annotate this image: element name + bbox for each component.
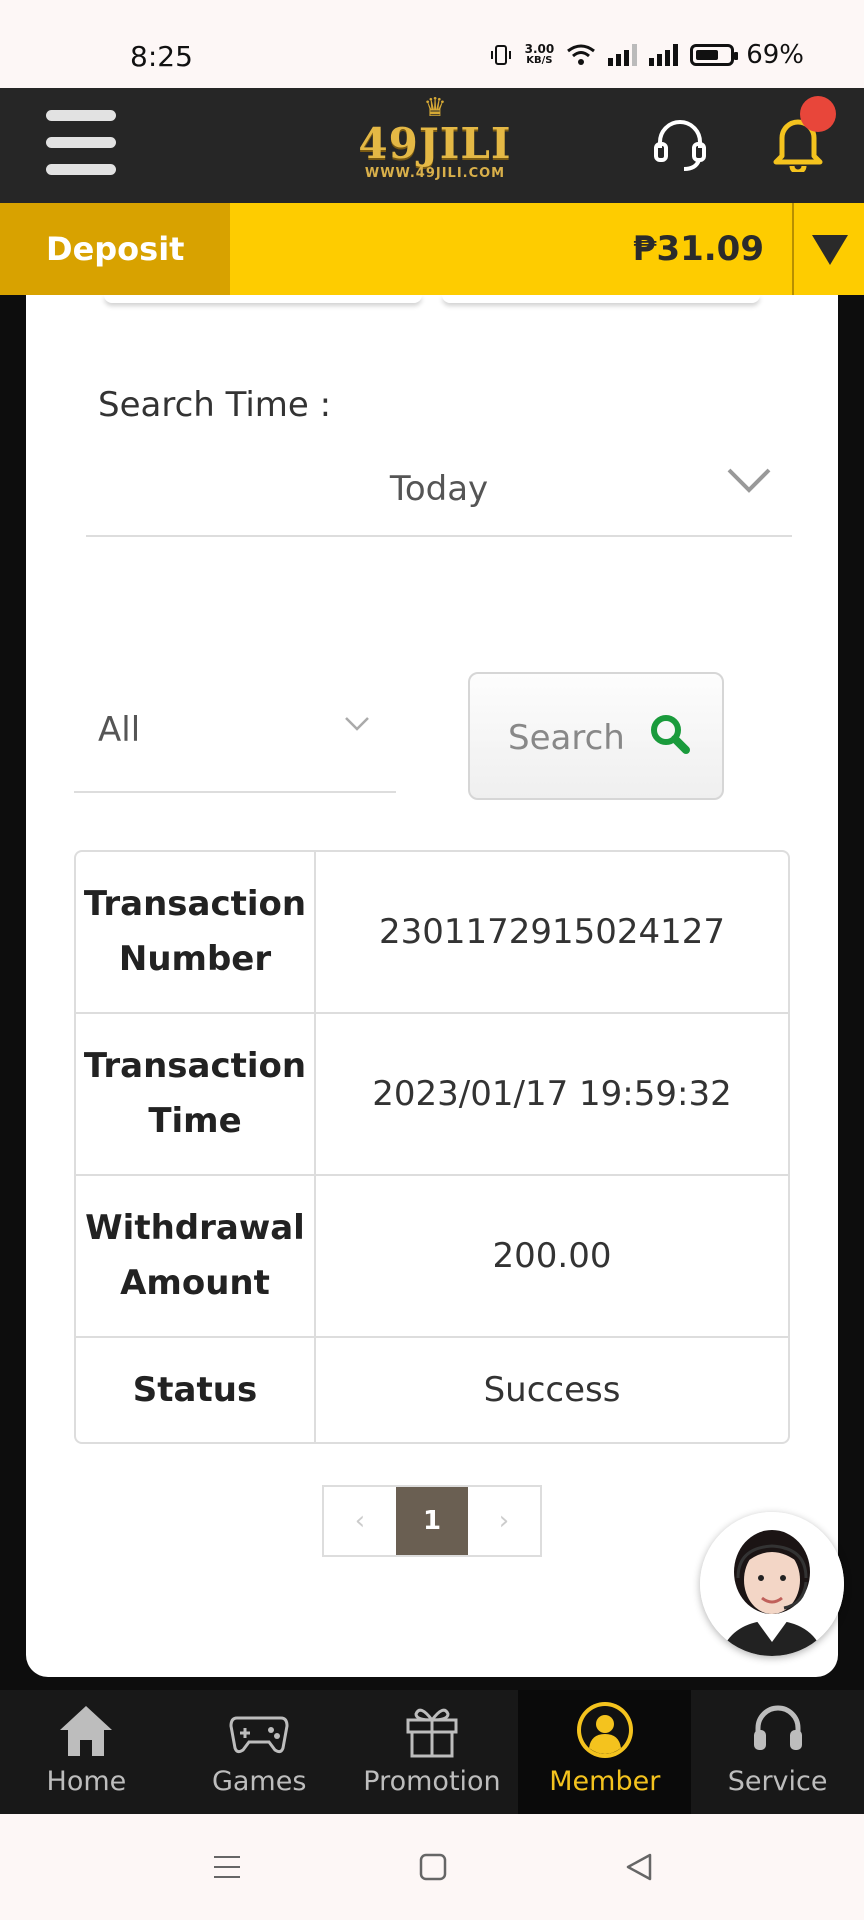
app-header: ♛ 49JILI WWW.49JILI.COM [0, 88, 864, 203]
network-speed: 3.00 KB/S [524, 42, 555, 66]
logo-url: WWW.49JILI.COM [364, 166, 506, 181]
search-button[interactable]: Search [468, 672, 724, 800]
time-range-select[interactable]: Today [86, 455, 792, 537]
transaction-time-value: 2023/01/17 19:59:32 [316, 1014, 788, 1176]
signal-icon-1 [608, 44, 638, 66]
system-nav-bar [0, 1814, 864, 1920]
recent-apps-icon[interactable] [212, 1852, 242, 1882]
signal-icon-2 [649, 44, 679, 66]
status-time: 8:25 [130, 40, 193, 73]
back-icon[interactable] [624, 1852, 654, 1882]
table-row: Withdrawal Amount 200.00 [76, 1176, 788, 1338]
gamepad-icon [229, 1716, 289, 1754]
table-row: Transaction Number 2301172915024127 [76, 852, 788, 1014]
nav-service-label: Service [727, 1766, 828, 1797]
prev-page-icon[interactable]: ‹ [324, 1487, 396, 1555]
headset-icon[interactable] [650, 114, 710, 174]
search-time-label: Search Time : [98, 385, 332, 425]
time-range-value: Today [389, 469, 489, 509]
transaction-time-label: Transaction Time [76, 1014, 316, 1176]
current-page[interactable]: 1 [396, 1487, 468, 1555]
status-label: Status [76, 1338, 316, 1442]
deposit-button[interactable]: Deposit [0, 203, 230, 295]
type-value: All [98, 710, 141, 750]
nav-service[interactable]: Service [691, 1690, 864, 1814]
gift-icon [406, 1708, 458, 1758]
transaction-table: Transaction Number 2301172915024127 Tran… [74, 850, 790, 1444]
search-button-label: Search [508, 718, 625, 758]
home-icon [60, 1706, 113, 1756]
nav-promotion[interactable]: Promotion [346, 1690, 519, 1814]
table-row: Status Success [76, 1338, 788, 1442]
nav-member[interactable]: Member [518, 1690, 692, 1814]
search-icon [651, 715, 690, 754]
crown-icon: ♛ [423, 93, 447, 123]
transaction-number-value: 2301172915024127 [316, 852, 788, 1014]
notification-badge [800, 96, 836, 132]
type-select[interactable]: All [74, 675, 396, 793]
status-value: Success [483, 1370, 621, 1410]
balance-dropdown-icon[interactable] [792, 203, 864, 295]
status-icons: 3.00 KB/S 69% [489, 40, 804, 70]
withdrawal-amount-label: Withdrawal Amount [76, 1176, 316, 1338]
nav-home[interactable]: Home [0, 1690, 173, 1814]
tab-remnant-left[interactable] [104, 295, 422, 303]
menu-icon[interactable] [46, 110, 116, 191]
transaction-number-label: Transaction Number [76, 852, 316, 1014]
nav-home-label: Home [46, 1766, 127, 1797]
next-page-icon[interactable]: › [468, 1487, 540, 1555]
table-row: Transaction Time 2023/01/17 19:59:32 [76, 1014, 788, 1176]
nav-games-label: Games [211, 1766, 307, 1797]
pagination: ‹ 1 › [322, 1485, 542, 1557]
tab-remnant-right[interactable] [442, 295, 760, 303]
chevron-down-icon [727, 468, 771, 493]
battery-percent: 69% [746, 40, 804, 70]
logo[interactable]: ♛ 49JILI WWW.49JILI.COM [330, 94, 540, 199]
chevron-down-icon [345, 717, 369, 731]
withdrawal-amount-value: 200.00 [316, 1176, 788, 1338]
records-panel: Search Time : Today All Search Transacti… [26, 295, 838, 1677]
headset-icon [753, 1705, 802, 1750]
member-icon [576, 1702, 633, 1758]
nav-promotion-label: Promotion [363, 1766, 501, 1797]
deposit-bar: Deposit ₱31.09 [0, 203, 864, 295]
balance-amount: ₱31.09 [632, 229, 764, 269]
home-button-icon[interactable] [418, 1852, 448, 1882]
vibrate-icon [490, 45, 511, 65]
status-bar: 8:25 3.00 KB/S 69% [0, 0, 864, 88]
bottom-nav: Home Games Promotion Member Service [0, 1690, 864, 1814]
agent-portrait-icon [700, 1512, 844, 1656]
nav-member-label: Member [549, 1766, 661, 1797]
battery-icon [690, 44, 739, 66]
logo-text: 49JILI [358, 119, 512, 168]
wifi-icon [567, 44, 596, 65]
support-agent-avatar[interactable] [700, 1512, 844, 1656]
nav-games[interactable]: Games [173, 1690, 346, 1814]
